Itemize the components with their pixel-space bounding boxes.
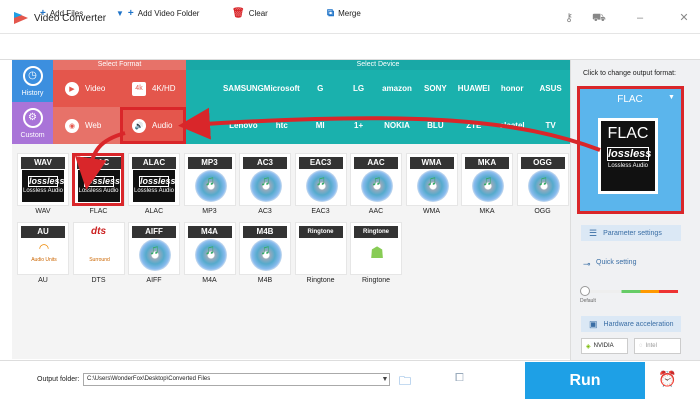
arrow-to-flac <box>74 131 126 190</box>
arrow-to-audio <box>178 107 601 152</box>
annotation-arrows <box>74 107 601 190</box>
